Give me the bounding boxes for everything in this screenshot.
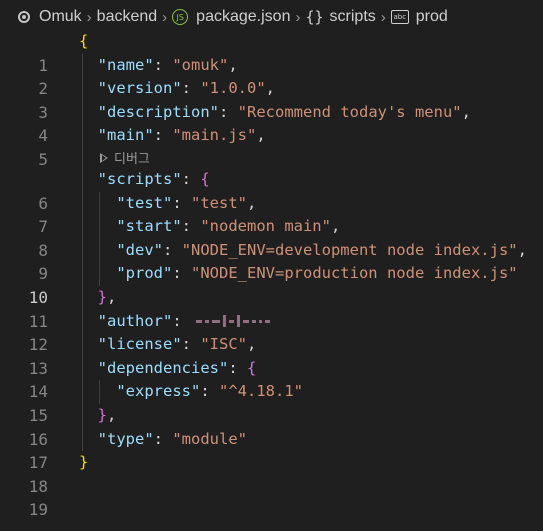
chevron-right-icon: › [86,8,92,26]
line-content: "test": "test", [116,193,257,212]
code-line[interactable]: 9 "dev": "NODE_ENV=development node inde… [0,238,543,283]
breadcrumb-folder-backend[interactable]: backend [97,8,158,26]
code-line[interactable]: 6 "scripts": { [0,167,543,213]
object-braces-icon: {} [305,8,324,26]
line-number: 19 [28,500,48,520]
redacted-author-value [195,311,273,331]
debug-label[interactable]: 디버그 [114,148,150,167]
code-line[interactable]: 19 [0,475,543,519]
line-content: "type": "module" [97,429,247,448]
chevron-right-icon: › [380,8,386,26]
debug-play-icon [100,152,108,163]
breadcrumb-label: package.json [196,8,291,25]
chevron-right-icon: › [295,8,301,26]
line-content: "dependencies": { [97,358,257,377]
line-content: "author": [79,310,273,334]
code-line[interactable]: 16 }, [0,403,543,449]
nodejs-icon: JS [172,9,189,25]
code-line[interactable]: 7 "test": "test", [0,191,543,236]
line-content: "main": "main.js", [97,126,266,145]
code-line[interactable]: 2 "name": "omuk", [0,53,543,98]
circle-dot-icon [18,11,30,23]
breadcrumb-label: scripts [329,8,376,25]
code-line[interactable]: 15 "express": "^4.18.1" [0,380,543,425]
debug-codelens[interactable]: 디버그 [0,147,543,168]
line-content: }, [97,405,117,424]
code-editor[interactable]: Omuk › backend › JS package.json › {} sc… [0,0,543,531]
line-content: "scripts": { [97,169,210,188]
breadcrumb-label: backend [96,8,158,25]
line-content: { [79,32,89,50]
code-area[interactable]: 1 { 2 "name": "omuk", 3 "version": "1.0.… [0,30,543,519]
line-content: "description": "Recommend today's menu", [97,102,471,121]
code-line[interactable]: 12 "author": [0,309,543,354]
indent-guide [82,147,83,168]
code-line[interactable]: 11 }, [0,285,543,331]
line-content: } [79,453,89,472]
code-line[interactable]: 1 { [0,30,543,75]
code-line[interactable]: 8 "start": "nodemon main", [0,215,543,260]
line-content: "license": "ISC", [97,335,257,354]
breadcrumb-folder-omuk[interactable]: Omuk [18,8,82,26]
line-content: "name": "omuk", [97,55,238,74]
line-content: "version": "1.0.0", [97,79,276,98]
code-line[interactable]: 5 "main": "main.js", [0,124,543,169]
code-line-active[interactable]: 10 "prod": "NODE_ENV=production node ind… [0,262,543,307]
line-content: "prod": "NODE_ENV=production node index.… [116,264,518,283]
breadcrumb-file-package-json[interactable]: JS package.json [172,8,290,26]
code-line[interactable]: 14 "dependencies": { [0,356,543,401]
chevron-right-icon: › [162,8,168,26]
line-content: }, [97,287,117,306]
line-content: "express": "^4.18.1" [116,382,303,401]
code-line[interactable]: 4 "description": "Recommend today's menu… [0,100,543,145]
breadcrumb-symbol-prod[interactable]: abc prod [390,8,448,26]
code-line[interactable]: 17 "type": "module" [0,427,543,472]
breadcrumb-symbol-scripts[interactable]: {} scripts [305,8,375,26]
breadcrumb: Omuk › backend › JS package.json › {} sc… [0,0,543,34]
line-content: "start": "nodemon main", [116,217,341,236]
code-line[interactable]: 3 "version": "1.0.0", [0,77,543,122]
code-line[interactable]: 13 "license": "ISC", [0,333,543,378]
breadcrumb-label: prod [415,8,448,25]
string-abc-icon: abc [390,10,409,24]
breadcrumb-label: Omuk [39,8,82,25]
code-line[interactable]: 18 } [0,451,543,496]
line-content: "dev": "NODE_ENV=development node index.… [116,240,527,259]
